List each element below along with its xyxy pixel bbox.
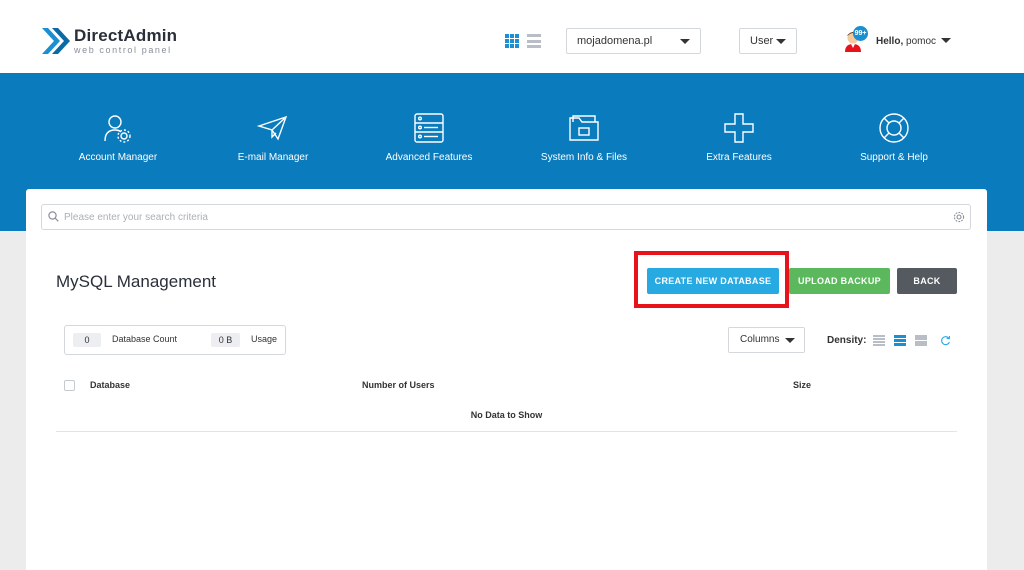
nav-email-manager[interactable]: [203, 112, 343, 144]
density-compact-icon[interactable]: [873, 335, 885, 346]
nav-system-info-files[interactable]: [514, 112, 654, 144]
directadmin-logo[interactable]: DirectAdmin web control panel: [40, 24, 177, 58]
nav-support-help[interactable]: [824, 112, 964, 144]
select-all-checkbox[interactable]: [64, 380, 75, 391]
density-label: Density:: [827, 335, 867, 346]
nav-label-account-manager[interactable]: Account Manager: [48, 152, 188, 163]
search-input[interactable]: [64, 206, 944, 228]
lifebuoy-icon: [879, 113, 909, 143]
paper-plane-icon: [257, 115, 288, 141]
refresh-icon[interactable]: [940, 335, 951, 346]
account-manager-icon: [104, 115, 131, 143]
column-header-database[interactable]: Database: [90, 380, 130, 390]
domain-select-value: mojadomena.pl: [577, 35, 653, 47]
user-greeting[interactable]: Hello, pomoc: [876, 36, 936, 47]
nav-account-manager[interactable]: [48, 112, 188, 144]
density-normal-icon[interactable]: [894, 335, 906, 346]
database-count-value: 0: [73, 333, 101, 347]
notification-badge[interactable]: 99+: [853, 26, 868, 41]
nav-extra-features[interactable]: [669, 112, 809, 144]
page-title: MySQL Management: [56, 272, 216, 291]
chevron-down-icon: [776, 39, 786, 44]
role-select[interactable]: User: [739, 28, 797, 54]
create-new-database-button[interactable]: CREATE NEW DATABASE: [647, 268, 779, 294]
username: pomoc: [906, 36, 937, 47]
nav-label-extra-features[interactable]: Extra Features: [669, 152, 809, 163]
usage-value: 0 B: [211, 333, 240, 347]
column-header-size[interactable]: Size: [793, 380, 811, 390]
nav-label-system-info-files[interactable]: System Info & Files: [514, 152, 654, 163]
list-view-icon[interactable]: [527, 34, 541, 48]
usage-label: Usage: [251, 334, 278, 344]
chevron-down-icon: [680, 39, 690, 44]
greeting-text: Hello,: [876, 36, 904, 47]
nav-label-advanced-features[interactable]: Advanced Features: [359, 152, 499, 163]
gear-icon[interactable]: [953, 211, 965, 223]
directadmin-logo-icon: [42, 28, 70, 54]
back-button[interactable]: BACK: [897, 268, 957, 294]
column-header-number-of-users[interactable]: Number of Users: [362, 380, 435, 390]
density-comfortable-icon[interactable]: [915, 335, 927, 346]
logo-subtitle: web control panel: [74, 45, 172, 55]
server-icon: [414, 113, 444, 143]
columns-label: Columns: [740, 334, 780, 345]
nav-label-support-help[interactable]: Support & Help: [824, 152, 964, 163]
logo-title: DirectAdmin: [74, 26, 178, 45]
empty-table-message: No Data to Show: [470, 410, 543, 420]
nav-label-email-manager[interactable]: E-mail Manager: [203, 152, 343, 163]
nav-advanced-features[interactable]: [359, 112, 499, 144]
folder-icon: [569, 115, 599, 141]
upload-backup-button[interactable]: UPLOAD BACKUP: [789, 268, 890, 294]
chevron-down-icon: [785, 338, 795, 343]
domain-select[interactable]: mojadomena.pl: [566, 28, 701, 54]
chevron-down-icon[interactable]: [941, 38, 951, 43]
columns-button[interactable]: Columns: [728, 327, 805, 353]
database-count-label: Database Count: [112, 334, 178, 344]
content-card: [26, 189, 987, 570]
role-select-value: User: [750, 35, 774, 47]
table-divider: [56, 431, 957, 432]
search-icon: [48, 211, 59, 222]
grid-view-icon[interactable]: [505, 34, 519, 48]
plus-icon: [724, 113, 754, 143]
